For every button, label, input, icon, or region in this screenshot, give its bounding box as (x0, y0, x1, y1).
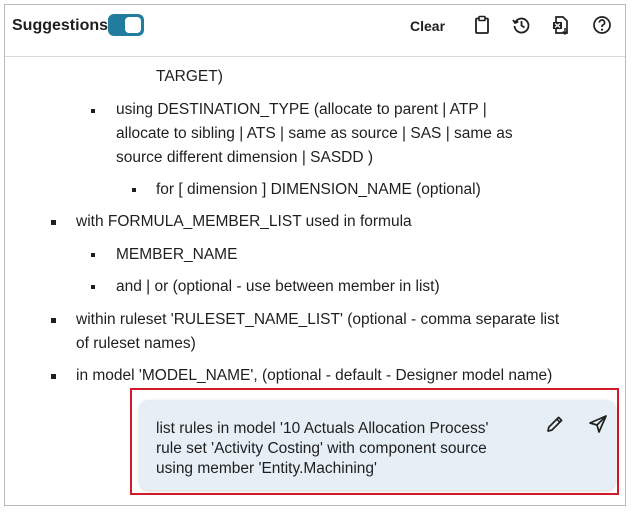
list-item-text: of ruleset names) (76, 335, 196, 352)
list-item-text: TARGET) (156, 68, 223, 85)
bullet (132, 188, 136, 192)
list-item-text: within ruleset 'RULESET_NAME_LIST' (opti… (76, 311, 560, 328)
list-item-text: with FORMULA_MEMBER_LIST used in formula (76, 213, 412, 230)
bullet (91, 285, 95, 289)
list-item-text: for [ dimension ] DIMENSION_NAME (option… (156, 181, 481, 198)
help-icon[interactable] (592, 15, 612, 35)
user-prompt-card: list rules in model '10 Actuals Allocati… (139, 400, 616, 490)
prompt-text-line: list rules in model '10 Actuals Allocati… (156, 420, 489, 437)
export-file-icon[interactable] (551, 15, 571, 35)
history-icon[interactable] (511, 15, 531, 35)
bullet (51, 220, 56, 225)
bullet (51, 374, 56, 379)
panel-header: Suggestions Clear (5, 5, 625, 57)
prompt-text-line: using member 'Entity.Machining' (156, 460, 378, 477)
toggle-knob (125, 17, 141, 33)
suggestions-toggle[interactable] (108, 14, 144, 36)
bullet (51, 318, 56, 323)
list-item-text: in model 'MODEL_NAME', (optional - defau… (76, 367, 553, 384)
bullet (91, 109, 95, 113)
panel-title: Suggestions (12, 17, 109, 34)
list-item-text: source different dimension | SASDD ) (116, 149, 374, 166)
send-icon[interactable] (587, 413, 609, 435)
prompt-text-line: rule set 'Activity Costing' with compone… (156, 440, 487, 457)
list-item-text: MEMBER_NAME (116, 246, 238, 263)
bullet (91, 253, 95, 257)
list-item-text: using DESTINATION_TYPE (allocate to pare… (116, 101, 487, 118)
list-item-text: and | or (optional - use between member … (116, 278, 440, 295)
pencil-icon[interactable] (544, 413, 566, 435)
list-item-text: allocate to sibling | ATS | same as sour… (116, 125, 513, 142)
clipboard-icon[interactable] (472, 15, 492, 35)
clear-button[interactable]: Clear (410, 18, 445, 34)
